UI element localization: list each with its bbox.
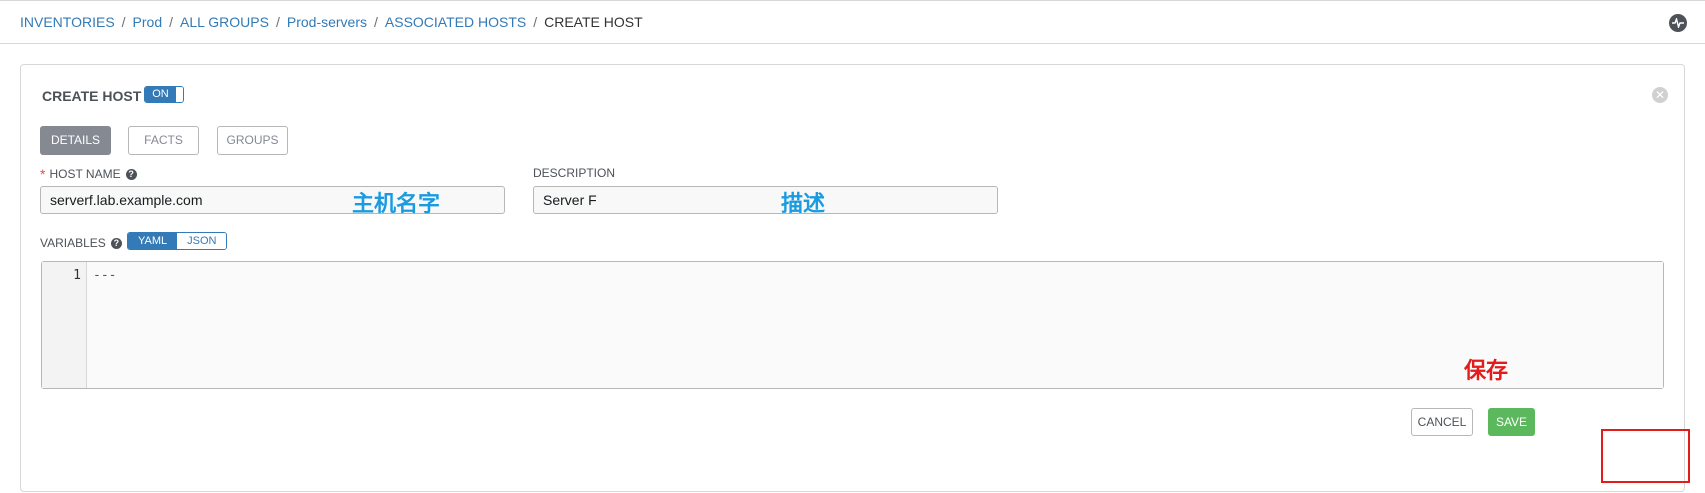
variables-format-toggle: YAML JSON [127, 232, 228, 250]
line-number-gutter: 1 [42, 262, 87, 388]
toggle-knob [176, 87, 183, 102]
enabled-toggle[interactable]: ON [144, 86, 184, 103]
variables-label-row: VARIABLES ? [40, 236, 122, 250]
breadcrumb-all-groups[interactable]: ALL GROUPS [180, 14, 269, 30]
format-json[interactable]: JSON [177, 233, 227, 249]
annotation-description: 描述 [781, 192, 826, 217]
breadcrumb-separator: / [374, 14, 378, 30]
breadcrumb-prod-servers[interactable]: Prod-servers [287, 14, 367, 30]
tab-facts[interactable]: FACTS [128, 126, 199, 155]
save-highlight-box [1601, 429, 1690, 483]
variables-label: VARIABLES [40, 236, 106, 250]
help-icon[interactable]: ? [125, 168, 137, 180]
breadcrumb-current: CREATE HOST [544, 14, 643, 30]
description-input[interactable]: Server F [533, 186, 998, 214]
breadcrumb-separator: / [121, 14, 126, 30]
breadcrumb-separator: / [169, 14, 174, 30]
host-name-label-row: * HOST NAME ? [40, 166, 137, 182]
breadcrumb-inventories[interactable]: INVENTORIES [20, 14, 115, 30]
host-name-label: HOST NAME [49, 167, 121, 181]
variables-editor[interactable]: 1 --- [41, 261, 1664, 389]
breadcrumb-separator: / [533, 14, 538, 30]
breadcrumb-prod[interactable]: Prod [133, 14, 163, 30]
line-number: 1 [73, 268, 81, 283]
activity-stream-icon[interactable] [1669, 14, 1687, 32]
annotation-host-name: 主机名字 [352, 192, 441, 217]
cancel-button[interactable]: CANCEL [1411, 408, 1473, 436]
top-bar: INVENTORIES / Prod / ALL GROUPS / Prod-s… [0, 0, 1705, 44]
toggle-on-label: ON [145, 87, 176, 102]
close-circle-icon[interactable]: ✕ [1652, 87, 1668, 103]
code-area[interactable]: --- [87, 262, 1663, 388]
format-yaml[interactable]: YAML [128, 233, 178, 249]
create-host-panel: CREATE HOST ON ✕ DETAILS FACTS GROUPS * … [20, 64, 1685, 492]
panel-title: CREATE HOST [42, 88, 142, 104]
tab-details[interactable]: DETAILS [40, 126, 111, 155]
description-label: DESCRIPTION [533, 166, 616, 180]
save-button[interactable]: SAVE [1488, 408, 1535, 436]
breadcrumb: INVENTORIES / Prod / ALL GROUPS / Prod-s… [20, 14, 643, 30]
tab-groups[interactable]: GROUPS [217, 126, 288, 155]
breadcrumb-associated-hosts[interactable]: ASSOCIATED HOSTS [385, 14, 526, 30]
breadcrumb-separator: / [275, 14, 280, 30]
help-icon[interactable]: ? [110, 237, 122, 249]
annotation-save: 保存 [1464, 359, 1509, 384]
required-marker: * [40, 166, 46, 182]
